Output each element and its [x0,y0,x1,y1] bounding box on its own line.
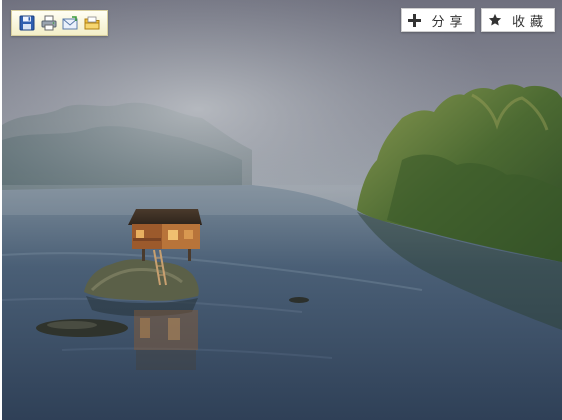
email-icon [62,16,78,30]
share-label: 分享 [431,14,468,30]
favorite-button[interactable]: 收藏 [481,8,555,32]
open-folder-icon [84,16,100,30]
save-button[interactable] [18,14,36,32]
image-toolbar [11,10,108,36]
favorite-label: 收藏 [511,14,548,30]
share-button[interactable]: 分享 [401,8,475,32]
email-button[interactable] [61,14,79,32]
star-icon [488,13,502,26]
save-icon [19,15,35,31]
open-folder-button[interactable] [83,14,101,32]
print-button[interactable] [40,14,58,32]
plus-icon [408,13,422,27]
image-viewer: 分享 收藏 [0,0,562,420]
print-icon [41,15,57,31]
landscape-photo [2,0,562,420]
